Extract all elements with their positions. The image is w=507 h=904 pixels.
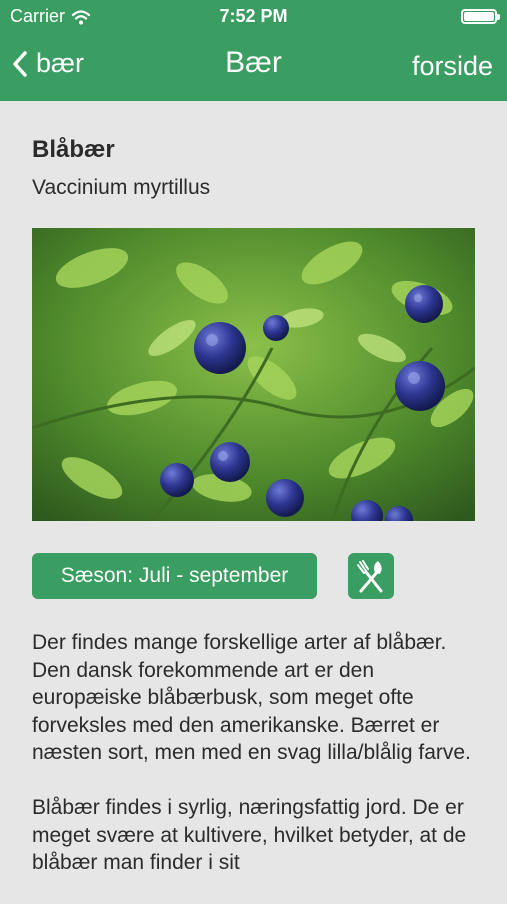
berry-description: Der findes mange forskellige arter af bl… [32, 629, 475, 904]
fork-knife-icon [357, 560, 383, 593]
berry-latin-name: Vaccinium myrtillus [32, 176, 211, 199]
status-bar: Carrier 7:52 PM [0, 0, 507, 34]
season-badge: Sæson: Juli - september [32, 553, 317, 599]
navigation-bar: bær Bær forside [0, 34, 507, 101]
description-paragraph: Blåbær findes i syrlig, næringsfattig jo… [32, 795, 467, 875]
berry-photo [32, 228, 475, 521]
description-paragraph: Der findes mange forskellige arter af bl… [32, 631, 471, 765]
status-time: 7:52 PM [219, 6, 288, 26]
battery-icon [461, 9, 500, 24]
home-button[interactable]: forside [412, 51, 493, 82]
berry-name: Blåbær [32, 136, 115, 163]
header-bar: Carrier 7:52 PM bær Bær forside [0, 0, 507, 101]
recipe-button[interactable] [348, 553, 394, 599]
